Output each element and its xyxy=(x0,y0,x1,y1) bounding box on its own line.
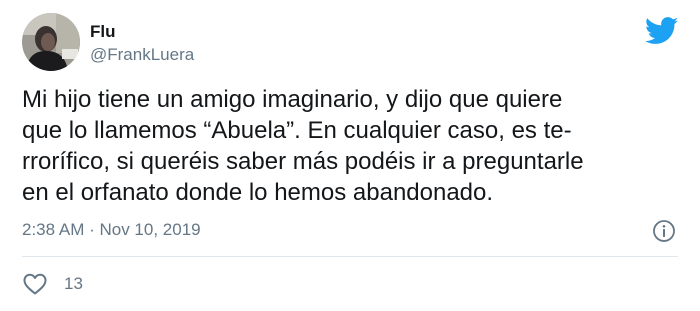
display-name[interactable]: Flu xyxy=(90,22,116,42)
tweet-timestamp[interactable]: 2:38 AM · Nov 10, 2019 xyxy=(22,219,201,241)
tweet-card: Flu @FrankLuera Mi hijo tiene un amigo i… xyxy=(0,0,700,311)
twitter-bird-icon[interactable] xyxy=(644,17,679,45)
info-icon[interactable] xyxy=(652,219,676,243)
tweet-text: Mi hijo tiene un amigo imaginario, y dij… xyxy=(22,86,584,206)
like-button[interactable]: 13 xyxy=(22,272,83,296)
divider xyxy=(22,256,678,257)
heart-outline-icon xyxy=(22,272,48,296)
like-count: 13 xyxy=(64,274,83,293)
user-handle[interactable]: @FrankLuera xyxy=(90,45,194,65)
avatar[interactable] xyxy=(22,13,80,71)
